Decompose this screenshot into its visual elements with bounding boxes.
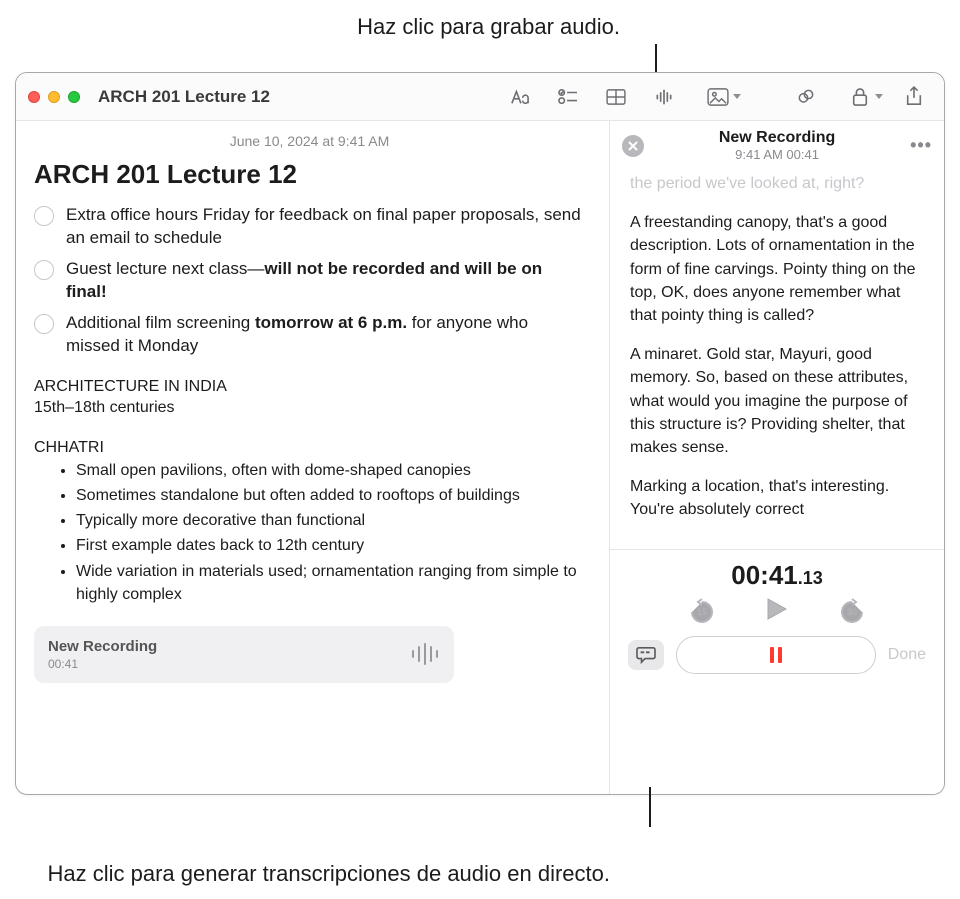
recording-title: New Recording — [654, 129, 900, 147]
subheading: CHHATRI — [34, 439, 585, 457]
checkbox-icon[interactable] — [34, 206, 54, 226]
close-panel-button[interactable] — [622, 135, 644, 157]
list-item: Typically more decorative than functiona… — [76, 509, 585, 532]
media-button[interactable] — [698, 83, 738, 111]
chevron-down-icon — [875, 94, 883, 99]
record-audio-button[interactable] — [650, 83, 678, 111]
checkbox-icon[interactable] — [34, 260, 54, 280]
bullet-list: Small open pavilions, often with dome-sh… — [34, 459, 585, 606]
toolbar — [506, 83, 932, 111]
content-area: June 10, 2024 at 9:41 AM ARCH 201 Lectur… — [16, 121, 944, 794]
window-title: ARCH 201 Lecture 12 — [98, 87, 270, 107]
window-controls — [28, 91, 80, 103]
skip-back-label: 15 — [697, 607, 707, 617]
minimize-window-button[interactable] — [48, 91, 60, 103]
play-button[interactable] — [766, 597, 788, 626]
close-window-button[interactable] — [28, 91, 40, 103]
more-options-button[interactable]: ••• — [910, 135, 932, 156]
checklist-text: Guest lecture next class—will not be rec… — [66, 258, 585, 304]
section-title: ARCHITECTURE IN INDIA — [34, 376, 585, 398]
recording-panel: New Recording 9:41 AM 00:41 ••• the peri… — [609, 121, 944, 794]
checkbox-icon[interactable] — [34, 314, 54, 334]
section-subtitle: 15th–18th centuries — [34, 397, 585, 419]
transcript-line-faded: the period we've looked at, right? — [630, 172, 924, 195]
recording-chip-duration: 00:41 — [48, 657, 410, 671]
table-button[interactable] — [602, 83, 630, 111]
checklist-item[interactable]: Guest lecture next class—will not be rec… — [34, 258, 585, 304]
note-title: ARCH 201 Lecture 12 — [34, 159, 585, 190]
callout-top-text: Haz clic para grabar audio. — [0, 14, 620, 40]
list-item: Sometimes standalone but often added to … — [76, 484, 585, 507]
skip-forward-30-button[interactable]: 30 — [838, 598, 866, 626]
checklist-text: Additional film screening tomorrow at 6 … — [66, 312, 585, 358]
transcript-area[interactable]: the period we've looked at, right? A fre… — [610, 166, 944, 549]
recording-chip-name: New Recording — [48, 638, 410, 655]
chevron-down-icon — [733, 94, 741, 99]
waveform-icon — [410, 642, 440, 666]
transcript-paragraph: A freestanding canopy, that's a good des… — [630, 211, 924, 327]
callout-bottom-text: Haz clic para generar transcripciones de… — [0, 860, 610, 889]
lock-button[interactable] — [840, 83, 880, 111]
live-transcription-button[interactable] — [628, 640, 664, 670]
checklist-text: Extra office hours Friday for feedback o… — [66, 204, 585, 250]
titlebar: ARCH 201 Lecture 12 — [16, 73, 944, 121]
skip-back-15-button[interactable]: 15 — [688, 598, 716, 626]
note-editor[interactable]: June 10, 2024 at 9:41 AM ARCH 201 Lectur… — [16, 121, 609, 794]
recording-header: New Recording 9:41 AM 00:41 ••• — [610, 121, 944, 166]
checklist-item[interactable]: Additional film screening tomorrow at 6 … — [34, 312, 585, 358]
checklist-item[interactable]: Extra office hours Friday for feedback o… — [34, 204, 585, 250]
play-icon — [766, 597, 788, 621]
pause-icon — [770, 647, 782, 663]
note-date: June 10, 2024 at 9:41 AM — [34, 133, 585, 149]
speech-bubble-icon — [636, 646, 656, 664]
playback-timer: 00:41.13 — [628, 560, 926, 591]
pause-record-button[interactable] — [676, 636, 876, 674]
close-icon — [628, 141, 638, 151]
done-button[interactable]: Done — [888, 646, 926, 664]
link-button[interactable] — [792, 83, 820, 111]
checklist-button[interactable] — [554, 83, 582, 111]
callout-bottom-line — [649, 787, 651, 827]
share-button[interactable] — [900, 83, 928, 111]
format-button[interactable] — [506, 83, 534, 111]
zoom-window-button[interactable] — [68, 91, 80, 103]
list-item: Wide variation in materials used; orname… — [76, 560, 585, 606]
player-controls: 00:41.13 15 30 — [610, 549, 944, 688]
app-window: ARCH 201 Lecture 12 — [15, 72, 945, 795]
skip-forward-label: 30 — [847, 607, 857, 617]
transcript-paragraph: A minaret. Gold star, Mayuri, good memor… — [630, 343, 924, 459]
section-heading: ARCHITECTURE IN INDIA 15th–18th centurie… — [34, 376, 585, 419]
checklist: Extra office hours Friday for feedback o… — [34, 204, 585, 358]
transcript-paragraph: Marking a location, that's interesting. … — [630, 475, 924, 521]
list-item: First example dates back to 12th century — [76, 534, 585, 557]
recording-subtitle: 9:41 AM 00:41 — [654, 147, 900, 162]
recording-attachment[interactable]: New Recording 00:41 — [34, 626, 454, 683]
list-item: Small open pavilions, often with dome-sh… — [76, 459, 585, 482]
